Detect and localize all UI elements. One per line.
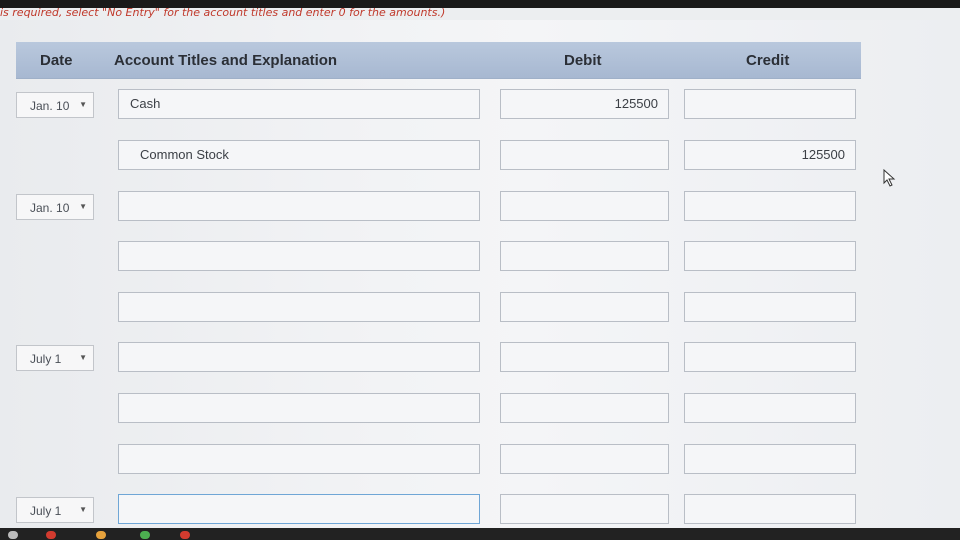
account-title-input[interactable] (118, 393, 480, 423)
debit-input[interactable]: 125500 (500, 89, 669, 119)
instruction-text: is required, select "No Entry" for the a… (0, 6, 446, 19)
triangle-down-icon: ▼ (79, 505, 87, 514)
debit-input[interactable] (500, 444, 669, 474)
date-select-value: July 1 (30, 504, 62, 518)
date-select-value: Jan. 10 (30, 99, 70, 113)
table-row: Jan. 10 ▼ Cash 125500 (0, 89, 960, 123)
date-select[interactable]: July 1 ▼ (16, 497, 94, 523)
table-row: July 1 ▼ (0, 342, 960, 376)
table-row (0, 444, 960, 478)
account-title-input[interactable] (118, 444, 480, 474)
credit-input[interactable] (684, 393, 856, 423)
date-select[interactable]: July 1 ▼ (16, 345, 94, 371)
credit-input[interactable] (684, 89, 856, 119)
date-select[interactable]: Jan. 10 ▼ (16, 92, 94, 118)
triangle-down-icon: ▼ (79, 353, 87, 362)
credit-input[interactable] (684, 191, 856, 221)
account-title-input[interactable] (118, 241, 480, 271)
table-row: July 1 ▼ (0, 494, 960, 528)
header-date: Date (40, 52, 73, 69)
account-title-input[interactable] (118, 191, 480, 221)
date-select-value: Jan. 10 (30, 201, 70, 215)
credit-input[interactable] (684, 494, 856, 524)
table-row: Jan. 10 ▼ (0, 191, 960, 225)
account-title-input[interactable] (118, 292, 480, 322)
account-title-input[interactable]: Cash (118, 89, 480, 119)
table-row: Common Stock 125500 (0, 140, 960, 174)
account-title-input[interactable]: Common Stock (118, 140, 480, 170)
triangle-down-icon: ▼ (79, 202, 87, 211)
credit-input[interactable] (684, 292, 856, 322)
table-header: Date Account Titles and Explanation Debi… (16, 42, 861, 79)
table-row (0, 292, 960, 326)
account-title-input[interactable] (118, 494, 480, 524)
credit-input[interactable] (684, 241, 856, 271)
app-icon (140, 531, 150, 539)
date-select[interactable]: Jan. 10 ▼ (16, 194, 94, 220)
taskbar (0, 528, 960, 540)
mouse-cursor-icon (883, 169, 896, 187)
debit-input[interactable] (500, 292, 669, 322)
debit-input[interactable] (500, 494, 669, 524)
header-debit: Debit (564, 52, 602, 69)
table-row (0, 393, 960, 427)
account-title-input[interactable] (118, 342, 480, 372)
app-icon (46, 531, 56, 539)
app-icon (96, 531, 106, 539)
debit-input[interactable] (500, 241, 669, 271)
app-icon (180, 531, 190, 539)
triangle-down-icon: ▼ (79, 100, 87, 109)
credit-input[interactable] (684, 342, 856, 372)
header-credit: Credit (746, 52, 790, 69)
app-icon (8, 531, 18, 539)
table-row (0, 241, 960, 275)
date-select-value: July 1 (30, 352, 62, 366)
debit-input[interactable] (500, 191, 669, 221)
debit-input[interactable] (500, 393, 669, 423)
credit-input[interactable]: 125500 (684, 140, 856, 170)
credit-input[interactable] (684, 444, 856, 474)
header-account-titles: Account Titles and Explanation (114, 52, 338, 69)
debit-input[interactable] (500, 342, 669, 372)
debit-input[interactable] (500, 140, 669, 170)
